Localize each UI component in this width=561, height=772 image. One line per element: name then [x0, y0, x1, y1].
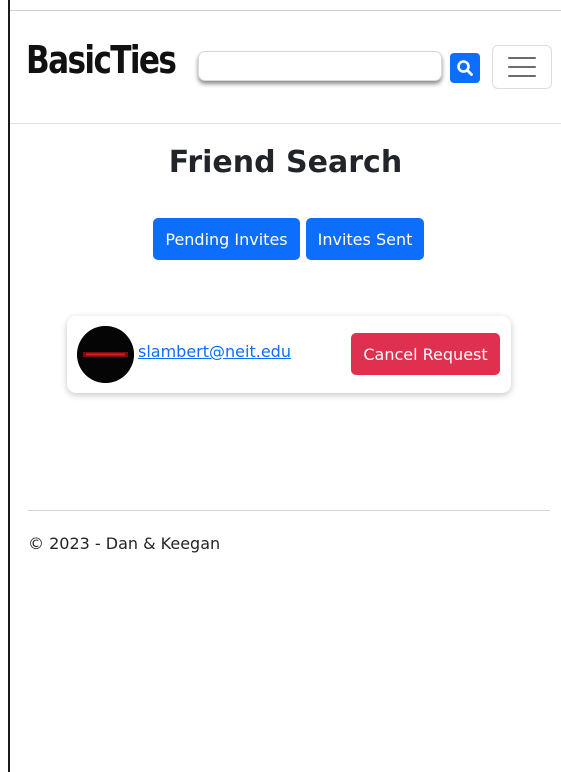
search-input[interactable] [198, 51, 442, 81]
navbar-toggler-button[interactable] [492, 45, 552, 89]
friend-email-link[interactable]: slambert@neit.edu [138, 342, 291, 361]
search-icon [457, 60, 473, 76]
avatar-image [77, 326, 134, 383]
hamburger-menu-icon [508, 57, 536, 77]
cancel-request-button[interactable]: Cancel Request [351, 333, 500, 375]
page-title: Friend Search [168, 145, 403, 180]
footer-divider [28, 510, 550, 511]
invites-sent-button[interactable]: Invites Sent [306, 218, 424, 260]
navbar: BasicTies [10, 11, 561, 124]
friend-result-card: slambert@neit.edu Cancel Request [67, 316, 511, 393]
brand-logo[interactable]: BasicTies [26, 41, 177, 79]
avatar [77, 326, 134, 383]
footer-copyright: © 2023 - Dan & Keegan [28, 534, 221, 553]
page: BasicTies Friend Search Pending Invites … [0, 0, 561, 772]
search-button[interactable] [450, 53, 480, 83]
pending-invites-button[interactable]: Pending Invites [153, 218, 300, 260]
